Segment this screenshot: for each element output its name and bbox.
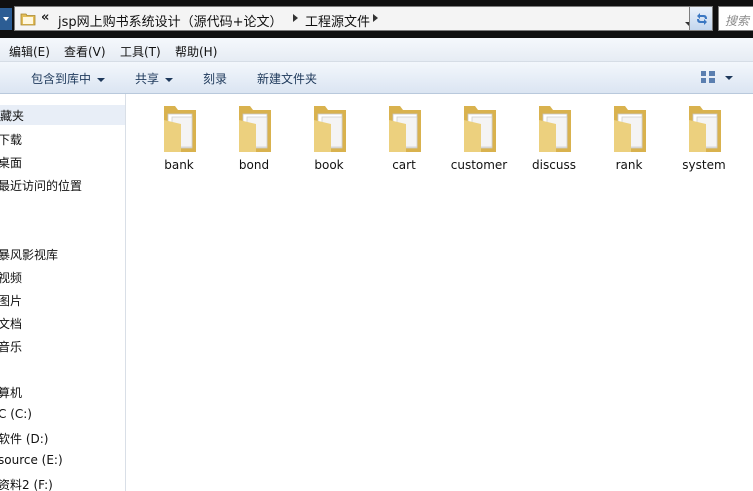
folder-name: rank bbox=[615, 158, 643, 172]
folder-item[interactable]: rank bbox=[593, 102, 665, 172]
menu-view[interactable]: 查看(V) bbox=[64, 43, 106, 60]
nav-videos[interactable]: 视频 bbox=[0, 269, 22, 286]
navigation-pane: 藏夹 下载 桌面 最近访问的位置 暴风影视库 视频 图片 文档 音乐 算机 C … bbox=[0, 94, 126, 491]
folder-icon bbox=[20, 13, 36, 26]
nav-pictures[interactable]: 图片 bbox=[0, 292, 22, 309]
folder-icon bbox=[539, 106, 571, 152]
folder-name: customer bbox=[450, 158, 508, 172]
view-options-chevron-down-icon[interactable] bbox=[725, 76, 733, 80]
share-button[interactable]: 共享 bbox=[135, 70, 174, 87]
change-view-icon[interactable] bbox=[700, 70, 716, 84]
folder-icon bbox=[239, 106, 271, 152]
menu-bar: 编辑(E) 查看(V) 工具(T) 帮助(H) bbox=[0, 38, 753, 62]
nav-music[interactable]: 音乐 bbox=[0, 338, 22, 355]
share-label: 共享 bbox=[135, 72, 160, 86]
nav-downloads[interactable]: 下载 bbox=[0, 131, 22, 148]
nav-library-baofeng[interactable]: 暴风影视库 bbox=[0, 246, 58, 263]
folder-item[interactable]: system bbox=[668, 102, 740, 172]
nav-drive-f[interactable]: 资料2 (F:) bbox=[0, 476, 53, 491]
folder-name: book bbox=[314, 158, 344, 172]
folder-icon bbox=[689, 106, 721, 152]
folder-item[interactable]: customer bbox=[443, 102, 515, 172]
folder-icon bbox=[389, 106, 421, 152]
breadcrumb-separator-arrow-icon[interactable] bbox=[293, 14, 298, 22]
nav-drive-e[interactable]: source (E:) bbox=[0, 453, 63, 467]
nav-drive-d[interactable]: 软件 (D:) bbox=[0, 430, 48, 447]
address-overflow-chevron[interactable]: « bbox=[41, 10, 49, 25]
folder-name: bond bbox=[238, 158, 270, 172]
folder-name: bank bbox=[164, 158, 194, 172]
address-bar[interactable]: « jsp网上购书系统设计（源代码+论文） 工程源文件 bbox=[14, 6, 693, 31]
nav-documents[interactable]: 文档 bbox=[0, 315, 22, 332]
folder-item[interactable]: book bbox=[293, 102, 365, 172]
nav-drive-c[interactable]: C (C:) bbox=[0, 407, 32, 421]
menu-help[interactable]: 帮助(H) bbox=[175, 43, 217, 60]
menu-edit[interactable]: 编辑(E) bbox=[9, 43, 50, 60]
nav-recent-places[interactable]: 最近访问的位置 bbox=[0, 177, 82, 194]
chevron-down-icon bbox=[97, 77, 106, 82]
refresh-icon bbox=[697, 13, 707, 25]
search-input[interactable]: 搜索 bbox=[718, 6, 753, 31]
chevron-down-icon bbox=[165, 77, 174, 82]
new-folder-button[interactable]: 新建文件夹 bbox=[257, 70, 317, 87]
recent-pages-dropdown[interactable] bbox=[0, 8, 12, 30]
folder-item[interactable]: bond bbox=[218, 102, 290, 172]
folder-item[interactable]: discuss bbox=[518, 102, 590, 172]
refresh-button[interactable] bbox=[689, 6, 713, 31]
burn-button[interactable]: 刻录 bbox=[203, 70, 227, 87]
folder-icon bbox=[614, 106, 646, 152]
folder-name: cart bbox=[392, 158, 416, 172]
folder-icon bbox=[164, 106, 196, 152]
folder-icon bbox=[314, 106, 346, 152]
folder-item[interactable]: cart bbox=[368, 102, 440, 172]
file-list: bank bond book cart customer discuss ran… bbox=[127, 94, 753, 491]
nav-favorites[interactable]: 藏夹 bbox=[0, 105, 125, 125]
breadcrumb-current[interactable]: 工程源文件 bbox=[305, 11, 370, 30]
folder-name: discuss bbox=[532, 158, 576, 172]
folder-icon bbox=[464, 106, 496, 152]
folder-name: system bbox=[682, 158, 726, 172]
command-bar: 包含到库中 共享 刻录 新建文件夹 bbox=[0, 62, 753, 94]
include-in-library-label: 包含到库中 bbox=[31, 72, 92, 86]
breadcrumb-parent[interactable]: jsp网上购书系统设计（源代码+论文） bbox=[58, 11, 283, 30]
nav-computer[interactable]: 算机 bbox=[0, 384, 22, 401]
breadcrumb-separator-arrow-icon[interactable] bbox=[373, 14, 378, 22]
nav-desktop[interactable]: 桌面 bbox=[0, 154, 22, 171]
folder-item[interactable]: bank bbox=[143, 102, 215, 172]
menu-tools[interactable]: 工具(T) bbox=[120, 43, 161, 60]
address-row: « jsp网上购书系统设计（源代码+论文） 工程源文件 搜索 bbox=[0, 0, 753, 38]
include-in-library-button[interactable]: 包含到库中 bbox=[31, 70, 106, 87]
